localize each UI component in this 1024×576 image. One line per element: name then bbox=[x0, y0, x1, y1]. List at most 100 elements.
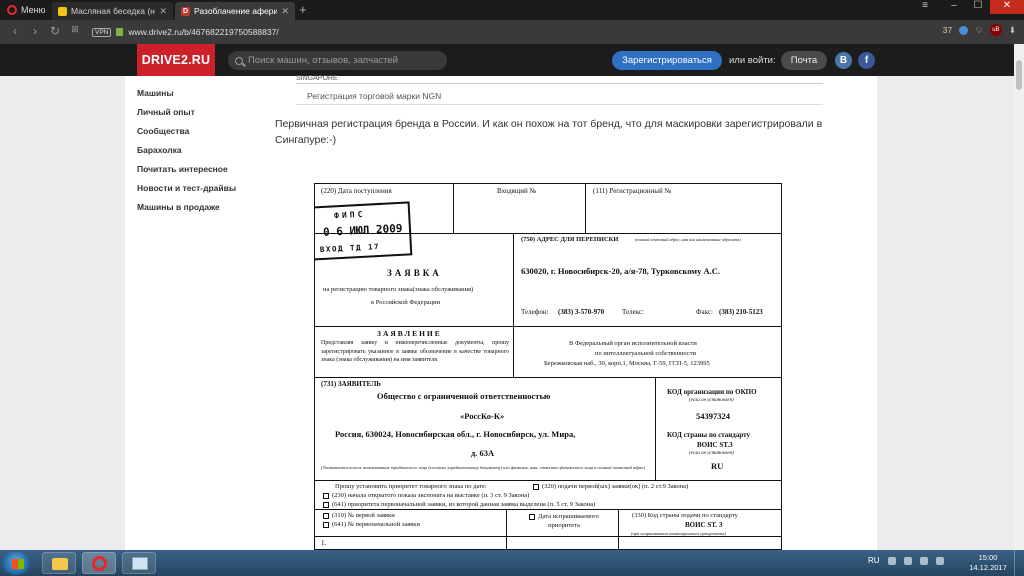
doc-address: 630020, г. Новосибирск-20, а/я-78, Турко… bbox=[521, 266, 720, 276]
sidebar-item-news[interactable]: Новости и тест-драйвы bbox=[137, 183, 257, 202]
url-field[interactable]: VPN www.drive2.ru/b/467682219750588837/ bbox=[90, 24, 950, 40]
url-text[interactable]: www.drive2.ru/b/467682219750588837/ bbox=[128, 27, 278, 37]
lock-icon[interactable] bbox=[116, 28, 124, 36]
sidebar-item-experience[interactable]: Личный опыт bbox=[137, 107, 257, 126]
doc-priority-230[interactable]: (230) начала открытого показа экспоната … bbox=[323, 492, 529, 499]
doc-priority-title: Прошу установить приоритет товарного зна… bbox=[335, 483, 487, 490]
checkbox-icon[interactable] bbox=[533, 483, 539, 490]
speed-dial-icon[interactable]: ⊞ bbox=[68, 24, 82, 35]
taskbar-explorer[interactable] bbox=[42, 552, 76, 574]
taskbar-app[interactable] bbox=[122, 552, 156, 574]
doc-priority-320[interactable]: (320) подачи первой(ых) заявки(ок) (п. 2… bbox=[533, 483, 688, 490]
tab-favicon-icon bbox=[58, 6, 67, 16]
doc-priority-641-label: (641) приоритета первоначальной заявки, … bbox=[332, 501, 596, 508]
address-bar: ‹ › ↻ ⊞ VPN www.drive2.ru/b/467682219750… bbox=[0, 20, 1024, 44]
doc-field-330-std: ВОИС ST. 3 bbox=[685, 521, 723, 529]
ublock-icon[interactable]: uB bbox=[989, 24, 1002, 36]
search-icon bbox=[235, 56, 243, 65]
tab-razoblachenie[interactable]: D Разоблачение аферисті ✕ bbox=[175, 2, 295, 20]
clock-time: 15:00 bbox=[978, 553, 998, 562]
mail-login-button[interactable]: Почта bbox=[781, 51, 827, 70]
previous-image-caption: SINGAPORE bbox=[296, 75, 338, 82]
doc-organ-line3: Бережковская наб., 30, корп.1, Москва, Г… bbox=[544, 360, 710, 367]
doc-cell-row1-country bbox=[618, 536, 781, 549]
tray-app-icon[interactable] bbox=[903, 556, 912, 565]
close-window-icon[interactable]: ✕ bbox=[990, 0, 1024, 14]
divider bbox=[296, 83, 823, 84]
doc-field-incoming: Входящий № bbox=[497, 187, 537, 195]
doc-priority-641[interactable]: (641) приоритета первоначальной заявки, … bbox=[323, 501, 595, 508]
doc-priority-date[interactable]: Дата испрашиваемого приоритета bbox=[515, 512, 613, 530]
doc-organ-line1: В Федеральный орган исполнительной власт… bbox=[569, 340, 697, 347]
doc-field-111: (111) Регистрационный № bbox=[593, 187, 672, 195]
register-button[interactable]: Зарегистрироваться bbox=[612, 51, 722, 70]
doc-row-number: 1. bbox=[321, 539, 327, 547]
tab-close-icon[interactable]: ✕ bbox=[281, 6, 289, 17]
back-icon[interactable]: ‹ bbox=[8, 24, 22, 38]
divider bbox=[296, 104, 823, 105]
sidebar-item-communities[interactable]: Сообщества bbox=[137, 126, 257, 145]
scanned-trademark-application[interactable]: (220) Дата поступления Входящий № (111) … bbox=[314, 183, 782, 550]
drive2-favicon-icon: D bbox=[181, 6, 190, 16]
sidebar-item-market[interactable]: Барахолка bbox=[137, 145, 257, 164]
site-header: DRIVE2.RU Поиск машин, отзывов, запчасте… bbox=[0, 44, 1024, 76]
show-desktop-button[interactable] bbox=[1014, 550, 1024, 576]
window-icon bbox=[132, 557, 148, 570]
system-tray: RU bbox=[868, 556, 944, 565]
doc-phone: (383) 3-570-970 bbox=[558, 308, 605, 316]
heart-icon[interactable]: ♡ bbox=[975, 25, 983, 36]
doc-applicant-line3: Россия, 630024, Новосибирская обл., г. Н… bbox=[335, 429, 576, 439]
address-bar-actions: 37 ♡ uB ⬇ bbox=[943, 24, 1016, 36]
doc-subtitle-2: в Российской Федерации bbox=[371, 299, 441, 306]
drive2-logo[interactable]: DRIVE2.RU bbox=[137, 44, 215, 76]
volume-icon[interactable] bbox=[935, 556, 944, 565]
doc-statement-title: ЗАЯВЛЕНИЕ bbox=[377, 329, 442, 338]
search-input[interactable]: Поиск машин, отзывов, запчастей bbox=[228, 51, 447, 70]
doc-field-220: (220) Дата поступления bbox=[321, 187, 392, 195]
sidebar-item-cars-for-sale[interactable]: Машины в продаже bbox=[137, 202, 257, 221]
sidebar-item-reading[interactable]: Почитать интересное bbox=[137, 164, 257, 183]
start-button[interactable] bbox=[2, 551, 30, 575]
checkbox-icon[interactable] bbox=[323, 501, 329, 508]
tab-maslyanaya-besedka[interactable]: Масляная беседка (не пы ✕ bbox=[52, 2, 173, 20]
doc-field-641b[interactable]: (641) № первоначальной заявки bbox=[323, 521, 420, 528]
checkbox-icon[interactable] bbox=[323, 492, 329, 499]
doc-fax-label: Факс: bbox=[696, 308, 713, 316]
vk-login-icon[interactable]: В bbox=[835, 52, 852, 69]
folder-icon bbox=[52, 558, 68, 570]
scrollbar-thumb[interactable] bbox=[1016, 60, 1022, 90]
doc-field-310[interactable]: (310) № первой заявки bbox=[323, 512, 395, 519]
taskbar-opera[interactable] bbox=[82, 552, 116, 574]
doc-field-750: (750) АДРЕС ДЛЯ ПЕРЕПИСКИ bbox=[521, 236, 619, 243]
search-placeholder: Поиск машин, отзывов, запчастей bbox=[248, 55, 398, 66]
opera-menu-button[interactable]: Меню bbox=[0, 0, 50, 20]
page-scrollbar[interactable] bbox=[1014, 44, 1024, 550]
doc-priority-date-label: Дата испрашиваемого приоритета bbox=[538, 513, 599, 529]
new-tab-button[interactable]: + bbox=[299, 3, 307, 17]
network-icon[interactable] bbox=[919, 556, 928, 565]
sidebar-item-cars[interactable]: Машины bbox=[137, 88, 257, 107]
reload-icon[interactable]: ↻ bbox=[48, 24, 62, 38]
tab-close-icon[interactable]: ✕ bbox=[159, 6, 167, 17]
maximize-icon[interactable]: ☐ bbox=[964, 0, 992, 14]
doc-organ-line2: по интеллектуальной собственности bbox=[595, 350, 697, 357]
vpn-badge[interactable]: VPN bbox=[92, 27, 112, 37]
checkbox-icon[interactable] bbox=[323, 512, 329, 519]
checkbox-icon[interactable] bbox=[323, 521, 329, 528]
facebook-login-icon[interactable]: f bbox=[858, 52, 875, 69]
doc-field-641b-label: (641) № первоначальной заявки bbox=[332, 521, 420, 528]
download-icon[interactable]: ⬇ bbox=[1009, 25, 1016, 36]
adblock-shield-icon[interactable] bbox=[959, 25, 969, 35]
language-indicator[interactable]: RU bbox=[868, 556, 880, 565]
doc-applicant-line1: Общество с ограниченной ответственностью bbox=[377, 391, 551, 401]
checkbox-icon[interactable] bbox=[529, 513, 536, 520]
forward-icon[interactable]: › bbox=[28, 24, 42, 38]
doc-country-std: ВОИС ST.3 bbox=[697, 441, 733, 449]
clock-date: 14.12.2017 bbox=[969, 563, 1007, 572]
clock[interactable]: 15:00 14.12.2017 bbox=[968, 553, 1008, 573]
tab-title: Масляная беседка (не пы bbox=[71, 6, 155, 16]
tab-menu-icon[interactable]: ≡ bbox=[915, 0, 935, 14]
doc-cell-title bbox=[315, 233, 514, 327]
tab-title: Разоблачение аферисті bbox=[194, 6, 278, 16]
tray-arrow-icon[interactable] bbox=[887, 556, 896, 565]
